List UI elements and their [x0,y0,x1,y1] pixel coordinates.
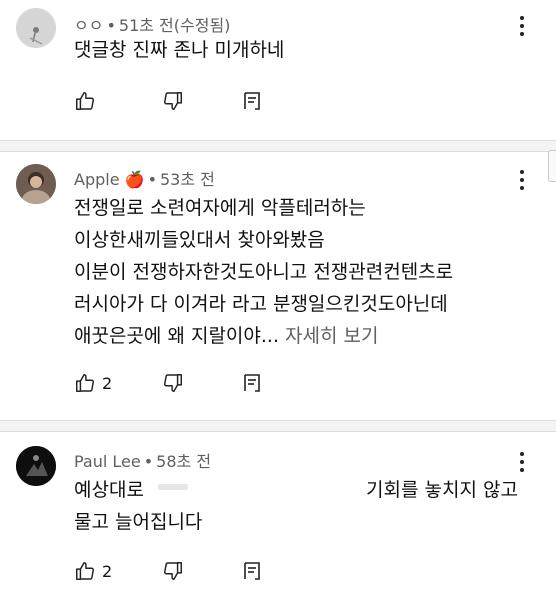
like-button[interactable] [74,88,96,114]
avatar-image-icon [16,446,56,486]
comment-gap [0,421,556,431]
comment-text-fragment: 예상대로 [74,479,144,501]
redacted-area [158,484,188,490]
avatar[interactable] [16,446,56,486]
avatar-image-icon [16,164,56,204]
comment-text-fragment: 기회를 놓치지 않고 [366,479,518,501]
thumbs-down-icon [163,374,182,392]
thumbs-up-icon [76,562,95,580]
separator-dot: • [106,16,116,35]
thumbs-down-icon [163,562,182,580]
reply-icon [244,92,260,110]
comment-time[interactable]: 53초 전 [160,170,215,189]
comment-text-line: 댓글창 진짜 존나 미개하네 [74,39,285,61]
comment-time[interactable]: 51초 전(수정됨) [119,16,231,35]
comment-text-line: 애꿋은곳에 왜 지랄이야... 자세히 보기 [74,320,379,352]
thumbs-down-icon [163,92,182,110]
thumbs-up-icon [76,374,95,392]
author-name[interactable]: ㅇㅇ [74,16,103,35]
comment-text-line: 예상대로 기회를 놓치지 않고 [74,474,518,506]
reply-icon [244,374,260,392]
comment-item: Apple 🍎 • 53초 전 전쟁일로 소련여자에게 악플테러하는 이상한새끼들있… [0,152,556,420]
comment-actions: 2 [74,370,274,396]
author-name[interactable]: Apple [74,170,120,189]
comment-meta: Apple 🍎 • 53초 전 [74,166,215,190]
separator-dot: • [147,170,157,189]
comment-item: ㅇㅇ • 51초 전(수정됨) 댓글창 진짜 존나 미개하네 [0,0,556,140]
comment-meta: Paul Lee • 58초 전 [74,448,211,472]
like-count: 2 [102,373,113,393]
comment-gap [0,141,556,151]
comment-text-line: 이분이 전쟁하자한것도아니고 전쟁관련컨텐츠로 [74,261,454,283]
read-more-link[interactable]: 자세히 보기 [285,325,378,347]
comment-text-line: 물고 늘어집니다 [74,511,203,533]
comment-text-line: 이상한새끼들있대서 찾아와봤음 [74,229,325,251]
comment-text-line: 러시아가 다 이겨라 라고 분쟁일으킨것도아닌데 [74,293,448,315]
comment-text-truncated: 애꿋은곳에 왜 지랄이야... [74,325,279,347]
apple-emoji-icon: 🍎 [124,170,145,189]
separator-dot: • [143,452,154,471]
comment-text-line: 전쟁일로 소련여자에게 악플테러하는 [74,197,366,219]
like-count: 2 [102,561,113,581]
comment-meta: ㅇㅇ • 51초 전(수정됨) [74,12,230,36]
reply-button[interactable] [242,558,262,584]
more-vert-icon[interactable] [512,14,532,40]
reply-button[interactable] [242,88,262,114]
comment-time[interactable]: 58초 전 [156,452,211,471]
like-button[interactable]: 2 [74,558,112,584]
avatar-image-icon [16,8,56,48]
more-vert-icon[interactable] [512,168,532,194]
avatar[interactable] [16,8,56,48]
dislike-button[interactable] [162,558,184,584]
thumbs-up-icon [76,92,95,110]
dislike-button[interactable] [162,370,184,396]
comment-actions [74,88,274,114]
more-vert-icon[interactable] [512,450,532,476]
avatar[interactable] [16,164,56,204]
reply-icon [244,562,260,580]
reply-button[interactable] [242,370,262,396]
like-button[interactable]: 2 [74,370,112,396]
comment-actions: 2 [74,558,274,584]
comment-item: Paul Lee • 58초 전 예상대로 기회를 놓치지 않고 물고 늘어집니다 … [0,432,556,599]
author-name[interactable]: Paul Lee [74,452,141,471]
dislike-button[interactable] [162,88,184,114]
